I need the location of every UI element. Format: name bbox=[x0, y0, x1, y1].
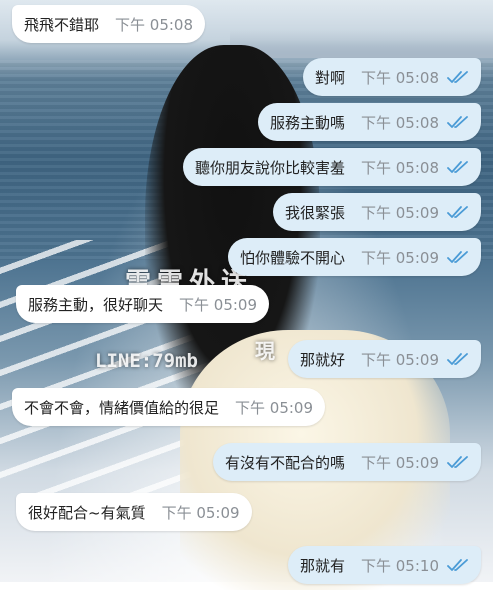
double-check-icon bbox=[447, 161, 468, 173]
message-time: 下午 05:09 bbox=[361, 453, 439, 472]
message-time: 下午 05:09 bbox=[361, 203, 439, 222]
message-text: 我很緊張 bbox=[284, 203, 345, 222]
message-time: 下午 05:08 bbox=[361, 68, 439, 87]
message-bubble-outgoing[interactable]: 服務主動嗎 下午 05:08 bbox=[257, 103, 481, 141]
message-text: 聽你朋友說你比較害羞 bbox=[194, 158, 345, 177]
message-bubble-incoming[interactable]: 不會不會，情緒價值給的很足 下午 05:09 bbox=[12, 388, 326, 426]
message-text: 飛飛不錯耶 bbox=[24, 15, 100, 34]
message-time: 下午 05:09 bbox=[361, 350, 439, 369]
message-text: 服務主動嗎 bbox=[269, 113, 345, 132]
message-time: 下午 05:09 bbox=[361, 248, 439, 267]
message-time: 下午 05:08 bbox=[361, 113, 439, 132]
watermark-side: 現 bbox=[255, 339, 275, 363]
double-check-icon bbox=[447, 116, 468, 128]
message-text: 那就有 bbox=[299, 556, 345, 575]
message-text: 那就好 bbox=[299, 350, 345, 369]
message-text: 怕你體驗不開心 bbox=[239, 248, 345, 267]
message-time: 下午 05:08 bbox=[361, 158, 439, 177]
message-bubble-outgoing[interactable]: 聽你朋友說你比較害羞 下午 05:08 bbox=[182, 148, 481, 186]
message-text: 對啊 bbox=[314, 68, 345, 87]
message-bubble-outgoing[interactable]: 對啊 下午 05:08 bbox=[302, 58, 481, 96]
message-bubble-outgoing[interactable]: 那就有 下午 05:10 bbox=[287, 546, 481, 584]
message-text: 不會不會，情緒價值給的很足 bbox=[24, 398, 220, 417]
message-bubble-incoming[interactable]: 飛飛不錯耶 下午 05:08 bbox=[12, 5, 206, 43]
message-bubble-outgoing[interactable]: 怕你體驗不開心 下午 05:09 bbox=[227, 238, 481, 276]
message-time: 下午 05:10 bbox=[361, 556, 439, 575]
message-time: 下午 05:09 bbox=[179, 295, 258, 314]
message-text: 很好配合~有氣質 bbox=[28, 503, 146, 522]
double-check-icon bbox=[447, 71, 468, 83]
message-bubble-incoming[interactable]: 很好配合~有氣質 下午 05:09 bbox=[16, 493, 252, 531]
message-text: 有沒有不配合的嗎 bbox=[224, 453, 345, 472]
message-bubble-incoming[interactable]: 服務主動，很好聊天 下午 05:09 bbox=[16, 285, 270, 323]
double-check-icon bbox=[447, 206, 468, 218]
double-check-icon bbox=[447, 456, 468, 468]
message-bubble-outgoing[interactable]: 我很緊張 下午 05:09 bbox=[272, 193, 481, 231]
message-time: 下午 05:09 bbox=[161, 503, 240, 522]
message-time: 下午 05:09 bbox=[235, 398, 314, 417]
watermark-line-id: LINE:79mb bbox=[95, 350, 198, 372]
double-check-icon bbox=[447, 559, 468, 571]
message-text: 服務主動，很好聊天 bbox=[28, 295, 164, 314]
double-check-icon bbox=[447, 251, 468, 263]
message-bubble-outgoing[interactable]: 那就好 下午 05:09 bbox=[287, 340, 481, 378]
message-bubble-outgoing[interactable]: 有沒有不配合的嗎 下午 05:09 bbox=[212, 443, 481, 481]
background-skyline bbox=[230, 30, 493, 58]
message-time: 下午 05:08 bbox=[115, 15, 194, 34]
double-check-icon bbox=[447, 353, 468, 365]
